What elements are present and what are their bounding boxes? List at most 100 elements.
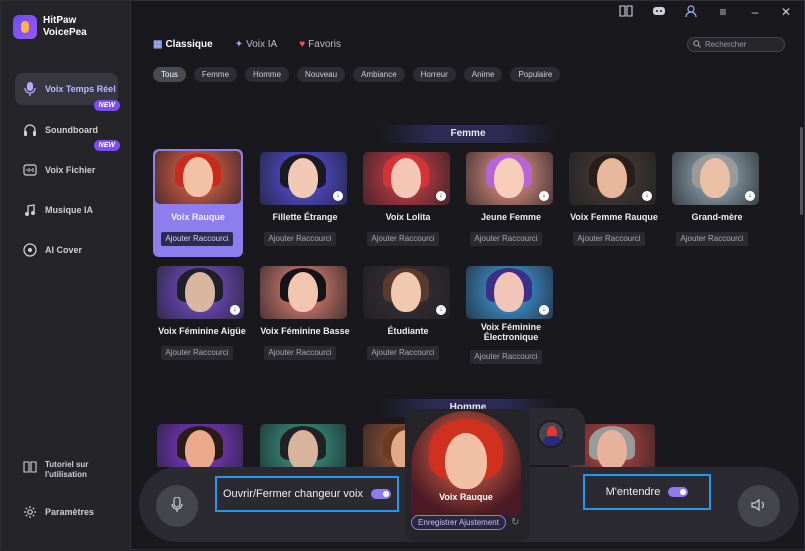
- headphones-icon: [23, 123, 37, 137]
- tab-voix-ia[interactable]: ✦ Voix IA: [235, 39, 278, 50]
- voice-name: Voix Féminine Aigüe: [158, 326, 246, 336]
- search-box[interactable]: [687, 37, 785, 52]
- current-voice-card[interactable]: Voix Rauque Enregistrer Ajustement ↻: [405, 409, 530, 541]
- download-icon[interactable]: ↓: [745, 191, 755, 201]
- sidebar-item-label: AI Cover: [45, 245, 83, 255]
- book-icon: [23, 460, 37, 474]
- download-icon[interactable]: ↓: [539, 191, 549, 201]
- current-voice-name: Voix Rauque: [439, 492, 493, 502]
- voice-avatar: ↓: [466, 152, 553, 205]
- menu-icon[interactable]: ≡: [715, 5, 731, 19]
- sidebar-item-ai-cover[interactable]: AI Cover: [15, 234, 118, 266]
- scrollbar[interactable]: [800, 127, 803, 215]
- discord-icon[interactable]: [651, 5, 667, 19]
- voice-card[interactable]: [153, 421, 243, 467]
- previous-voice-avatar: [537, 420, 565, 448]
- filter-chip-ambiance[interactable]: Ambiance: [353, 67, 405, 82]
- tab-favoris[interactable]: ♥ Favoris: [299, 39, 341, 50]
- filter-chip-homme[interactable]: Homme: [245, 67, 290, 82]
- speaker-icon: [751, 498, 767, 515]
- category-tabs: ▦ Classique ✦ Voix IA ♥ Favoris: [153, 39, 341, 50]
- voice-avatar: ↓: [363, 266, 450, 319]
- brand: HitPaw VoicePea: [13, 15, 103, 39]
- add-shortcut-button[interactable]: Ajouter Raccourci: [161, 232, 233, 246]
- search-input[interactable]: [705, 40, 783, 49]
- add-shortcut-button[interactable]: Ajouter Raccourci: [367, 346, 439, 360]
- add-shortcut-button[interactable]: Ajouter Raccourci: [264, 346, 336, 360]
- voice-card[interactable]: ↓ Voix Femme Rauque Ajouter Raccourci: [565, 149, 658, 257]
- sidebar-item-settings[interactable]: Paramètres: [15, 496, 118, 528]
- add-shortcut-button[interactable]: Ajouter Raccourci: [470, 350, 542, 364]
- disc-icon: [23, 243, 37, 257]
- save-adjustment-button[interactable]: Enregistrer Ajustement: [411, 515, 506, 530]
- voice-name: Voix Lolita: [385, 212, 431, 222]
- voice-changer-toggle[interactable]: [371, 489, 391, 499]
- microphone-button[interactable]: [156, 485, 198, 527]
- download-icon[interactable]: ↓: [436, 191, 446, 201]
- voice-avatar: [260, 424, 346, 467]
- new-badge: NEW: [93, 100, 120, 111]
- download-icon[interactable]: ↓: [539, 305, 549, 315]
- add-shortcut-button[interactable]: Ajouter Raccourci: [367, 232, 439, 246]
- sidebar-item-tutorial[interactable]: Tutoriel sur l'utilisation: [15, 456, 118, 486]
- book-icon[interactable]: [618, 5, 634, 19]
- add-shortcut-button[interactable]: Ajouter Raccourci: [264, 232, 336, 246]
- voice-avatar: ↓: [157, 266, 244, 319]
- filter-chip-populaire[interactable]: Populaire: [510, 67, 561, 82]
- voice-name: Étudiante: [387, 326, 429, 336]
- filter-chip-tous[interactable]: Tous: [153, 67, 186, 82]
- voice-card[interactable]: [256, 421, 346, 467]
- heart-icon: ♥: [299, 39, 306, 50]
- new-badge: NEW: [93, 140, 120, 151]
- previous-voice-card[interactable]: [529, 408, 585, 465]
- listen-toggle[interactable]: [668, 487, 689, 497]
- voice-card[interactable]: Voix Féminine Basse Ajouter Raccourci: [256, 263, 350, 371]
- voice-avatar: [157, 424, 243, 467]
- sparkle-icon: ✦: [234, 39, 244, 50]
- voice-name: Voix Rauque: [171, 212, 225, 222]
- file-audio-icon: [23, 163, 37, 177]
- speaker-button[interactable]: [738, 485, 780, 527]
- sidebar: HitPaw VoicePea Voix Temps Réel NEW Soun…: [1, 1, 131, 551]
- download-icon[interactable]: ↓: [230, 305, 240, 315]
- microphone-icon: [171, 495, 183, 516]
- voice-name: Voix Féminine Basse: [260, 326, 350, 336]
- filter-chip-anime[interactable]: Anime: [463, 67, 503, 82]
- voice-card[interactable]: ↓ Fillette Étrange Ajouter Raccourci: [256, 149, 347, 257]
- download-icon[interactable]: ↓: [333, 191, 343, 201]
- user-icon[interactable]: [683, 5, 699, 19]
- voice-avatar: ↓: [672, 152, 759, 205]
- voice-avatar: ↓: [466, 266, 553, 319]
- voice-avatar: ↓: [569, 152, 656, 205]
- tab-classique[interactable]: ▦ Classique: [153, 39, 213, 50]
- voice-avatar: ↓: [260, 152, 347, 205]
- voice-card[interactable]: ↓ Jeune Femme Ajouter Raccourci: [462, 149, 553, 257]
- voice-card[interactable]: ↓ Étudiante Ajouter Raccourci: [359, 263, 450, 371]
- app-window: HitPaw VoicePea Voix Temps Réel NEW Soun…: [0, 0, 805, 551]
- voice-changer-toggle-label: Ouvrir/Fermer changeur voix: [223, 488, 363, 500]
- voice-card[interactable]: ↓ Voix Féminine Électronique Ajouter Racco…: [462, 263, 553, 371]
- filter-chip-femme[interactable]: Femme: [193, 67, 238, 82]
- brand-name-line2: VoicePea: [43, 27, 87, 38]
- minimize-icon[interactable]: –: [747, 5, 763, 19]
- sidebar-item-musique-ia[interactable]: Musique IA: [15, 194, 118, 226]
- listen-toggle-box[interactable]: M'entendre: [583, 474, 711, 510]
- close-icon[interactable]: ✕: [778, 5, 794, 19]
- filter-chip-horreur[interactable]: Horreur: [412, 67, 456, 82]
- voice-card[interactable]: ↓ Voix Féminine Aigüe Ajouter Raccourci: [153, 263, 246, 371]
- voice-card[interactable]: ↓ Grand-mère Ajouter Raccourci: [668, 149, 759, 257]
- add-shortcut-button[interactable]: Ajouter Raccourci: [470, 232, 542, 246]
- filter-chip-nouveau[interactable]: Nouveau: [297, 67, 346, 82]
- download-icon[interactable]: ↓: [642, 191, 652, 201]
- add-shortcut-button[interactable]: Ajouter Raccourci: [573, 232, 645, 246]
- download-icon[interactable]: ↓: [436, 305, 446, 315]
- voice-changer-toggle-box[interactable]: Ouvrir/Fermer changeur voix: [215, 476, 399, 512]
- sidebar-item-label: Voix Temps Réel: [45, 84, 116, 94]
- add-shortcut-button[interactable]: Ajouter Raccourci: [676, 232, 748, 246]
- voice-card[interactable]: ↓ Voix Lolita Ajouter Raccourci: [359, 149, 450, 257]
- refresh-icon[interactable]: ↻: [511, 517, 519, 528]
- voice-card[interactable]: Voix Rauque Ajouter Raccourci: [153, 149, 243, 257]
- sidebar-item-label: Paramètres: [45, 507, 95, 517]
- add-shortcut-button[interactable]: Ajouter Raccourci: [161, 346, 233, 360]
- sidebar-item-voix-fichier[interactable]: NEW Voix Fichier: [15, 140, 120, 186]
